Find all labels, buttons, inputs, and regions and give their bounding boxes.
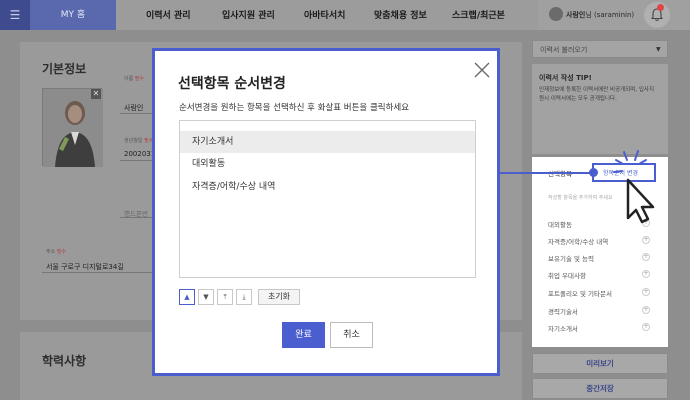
avatar[interactable] [549,7,563,21]
plus-icon[interactable]: + [642,236,650,244]
list-item[interactable]: 자격증/어학/수상 내역 [180,176,475,198]
panel-subtitle: 작성할 항목을 추가하여 주세요 [548,195,613,201]
move-down-button[interactable]: ▼ [198,289,214,305]
remove-photo-button[interactable]: ✕ [91,89,101,99]
panel-item[interactable]: 자격증/어학/수상 내역 [548,236,608,246]
address-field[interactable] [42,259,152,273]
plus-icon[interactable]: + [642,306,650,314]
panel-item[interactable]: 대외활동 [548,219,572,229]
basic-info-title: 기본정보 [42,62,87,76]
tip-title: 이력서 작성 TIP! [539,74,592,82]
plus-icon[interactable]: + [642,288,650,296]
nav-item-avatar-search[interactable]: 아바타서치 [304,0,345,30]
cancel-button[interactable]: 취소 [330,322,373,348]
move-bottom-button[interactable]: ⤓ [236,289,252,305]
modal-description: 순서변경을 원하는 항목을 선택하신 후 화살표 버튼을 클릭하세요 [179,103,410,113]
save-draft-button[interactable]: 중간저장 [532,378,668,399]
nav-item-custom-jobs[interactable]: 맞춤채용 정보 [374,0,427,30]
notification-badge [657,4,664,11]
name-label: 이름 필수 [124,76,144,82]
move-up-button[interactable]: ▲ [179,289,195,305]
resume-load-select-label: 이력서 불러오기 [540,46,588,54]
address-label: 주소 필수 [46,249,66,255]
plus-icon[interactable]: + [642,270,650,278]
nav-item-applications[interactable]: 입사지원 관리 [222,0,275,30]
panel-item[interactable]: 자기소개서 [548,323,578,333]
pointer-cursor-icon [612,148,660,226]
phone-field[interactable] [120,204,152,218]
callout-line [499,172,591,174]
birth-field[interactable] [120,147,152,161]
profile-photo[interactable] [42,88,103,167]
list-item[interactable]: 대외활동 [180,153,475,175]
panel-item[interactable]: 보유기술 및 능력 [548,253,594,263]
preview-button[interactable]: 미리보기 [532,353,668,374]
hamburger-icon[interactable]: ☰ [0,0,30,30]
move-top-button[interactable]: ⤒ [217,289,233,305]
panel-item[interactable]: 취업 우대사항 [548,270,586,280]
tip-text: 인재정보에 등록한 이력서에만 비공개되며, 입사지원시 이력서에는 모두 공개… [539,87,655,102]
my-home-tab[interactable]: MY 홈 [30,0,116,30]
username[interactable]: 사람인님 (saraminin) [566,10,634,20]
plus-icon[interactable]: + [642,323,650,331]
chevron-down-icon: ▼ [656,46,661,53]
done-button[interactable]: 완료 [282,322,325,348]
list-item-selected[interactable]: 자기소개서 [180,131,475,153]
nav-item-scrap[interactable]: 스크랩/최근본 [452,0,505,30]
reset-button[interactable]: 초기화 [258,289,300,305]
panel-item[interactable]: 경력기술서 [548,306,578,316]
plus-icon[interactable]: + [642,253,650,261]
birth-label: 생년월일 필수 [124,138,154,144]
nav-item-resume[interactable]: 이력서 관리 [146,0,191,30]
education-title: 학력사항 [42,354,87,368]
panel-item[interactable]: 포트폴리오 및 기타문서 [548,288,612,298]
close-icon[interactable] [474,62,490,78]
modal-title: 선택항목 순서변경 [178,76,286,92]
callout-dot [589,168,598,177]
name-field[interactable] [120,100,152,114]
